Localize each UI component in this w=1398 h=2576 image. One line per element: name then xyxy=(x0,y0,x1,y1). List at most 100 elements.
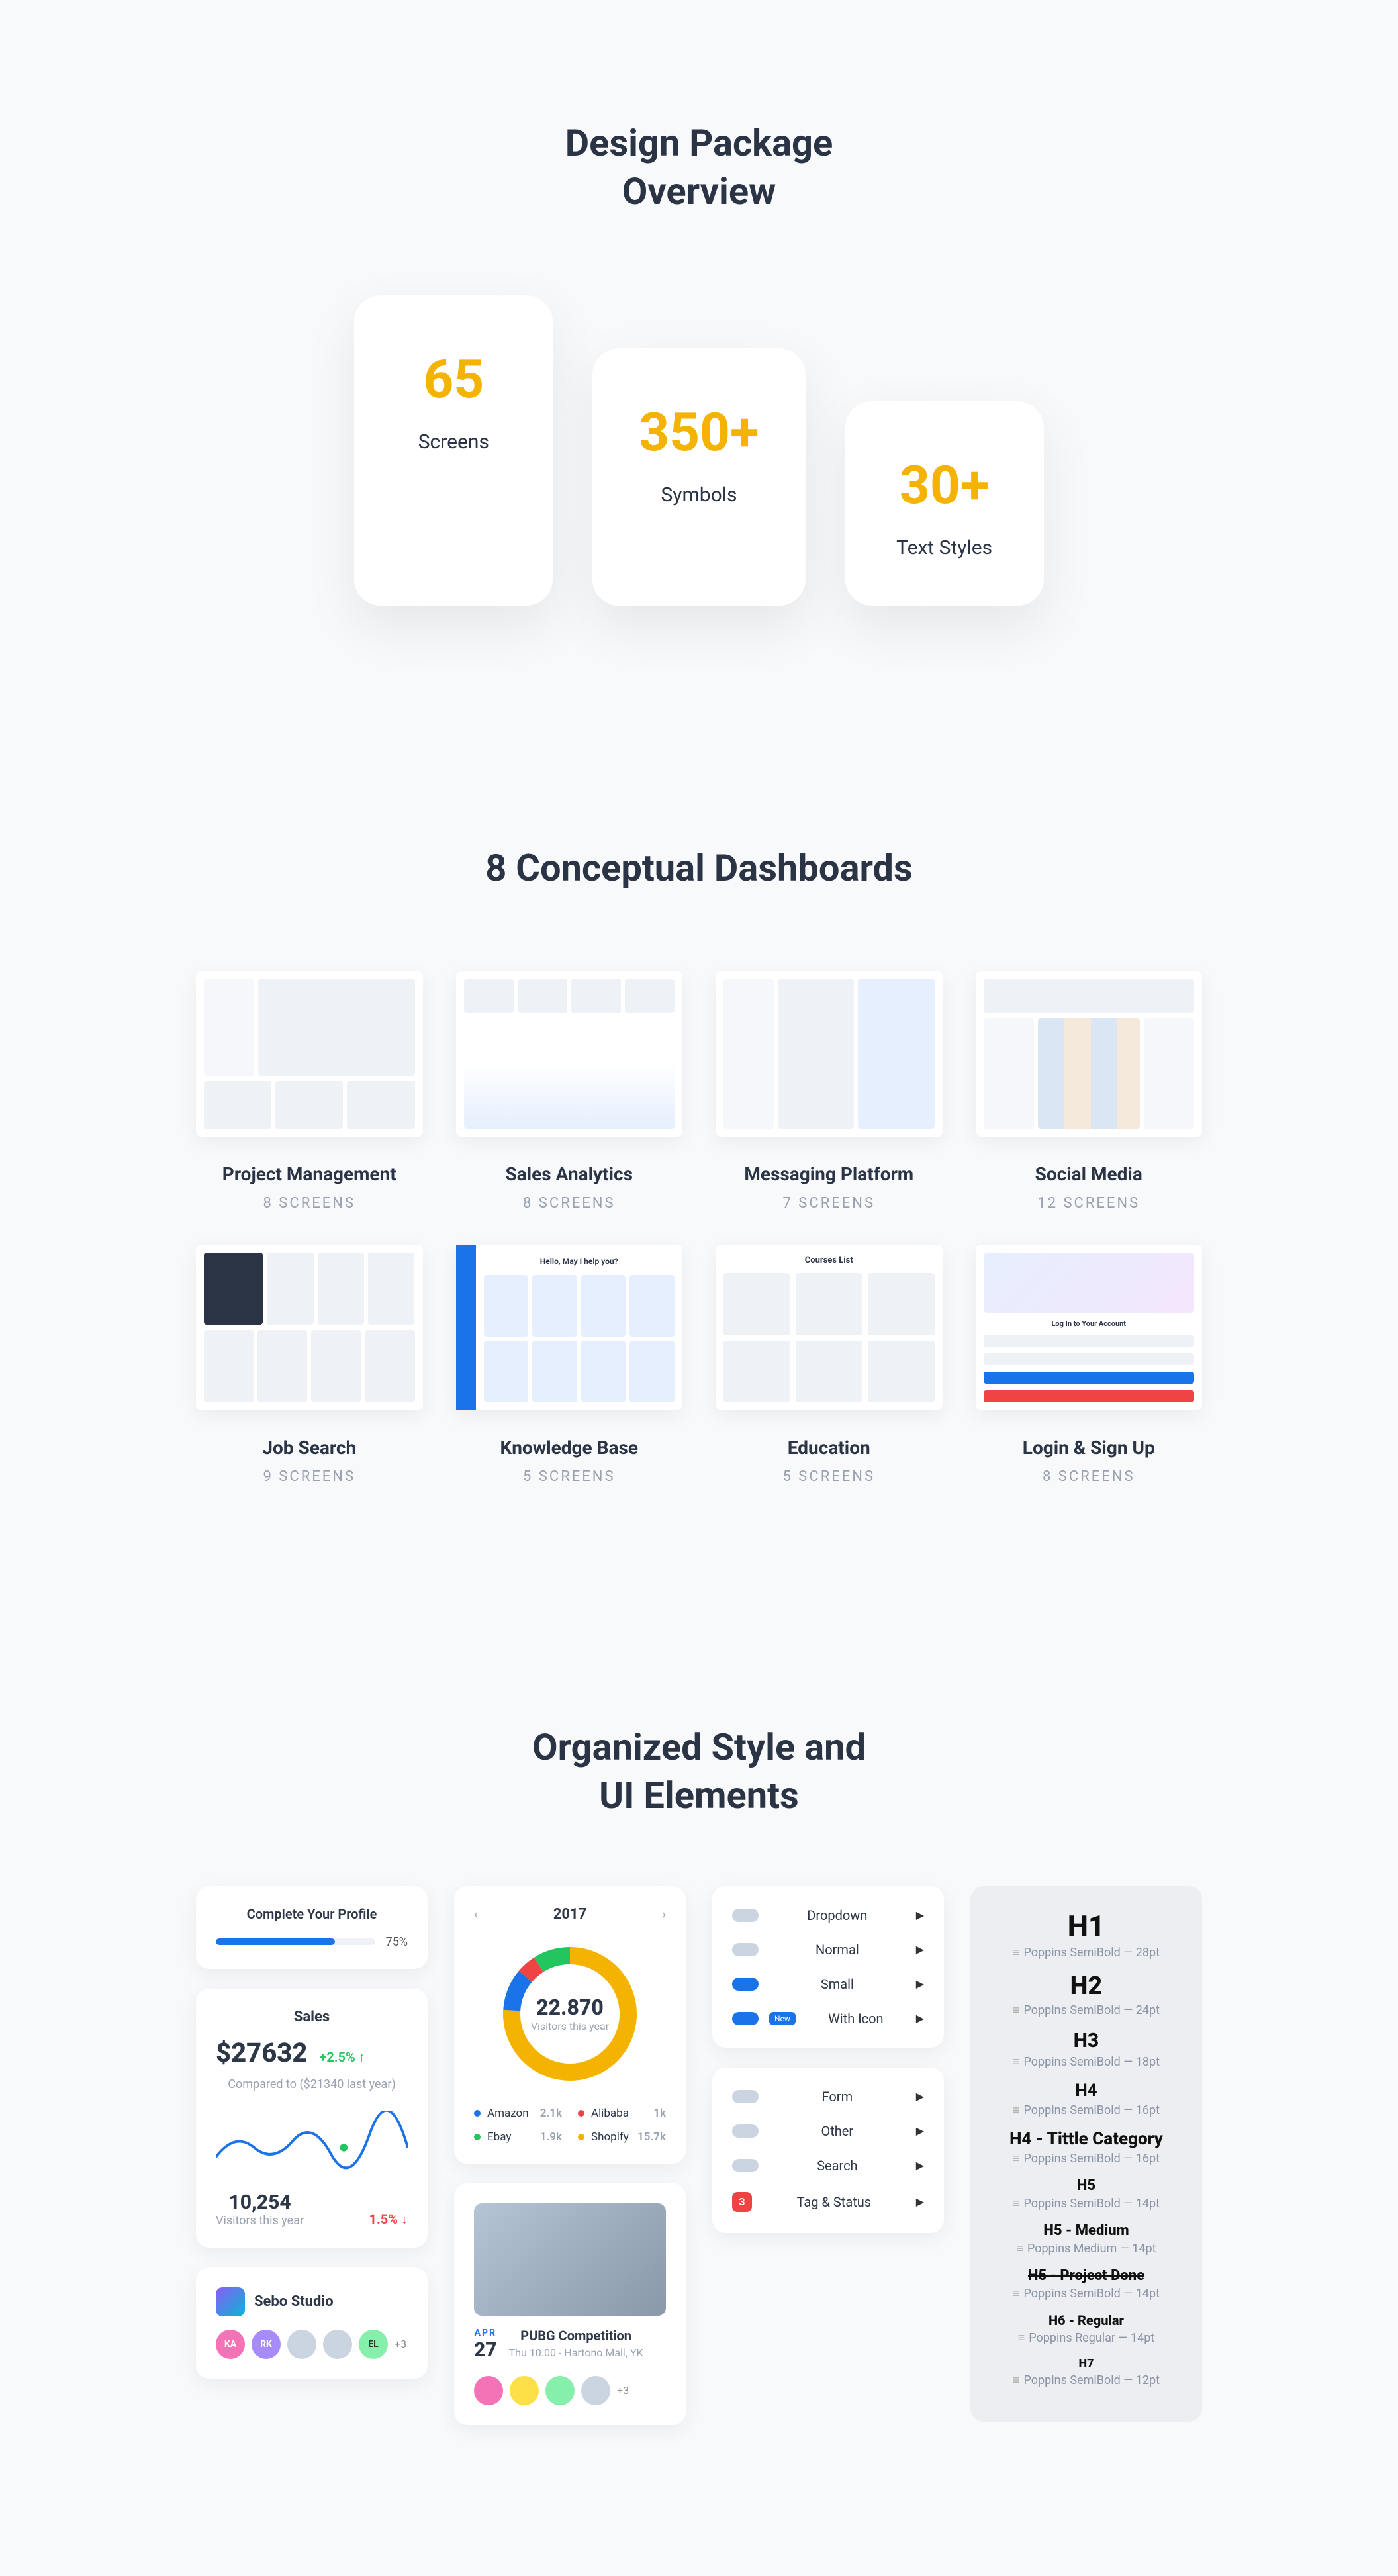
stat-card-textstyles: 30+ Text Styles xyxy=(845,401,1044,606)
stat-value: 65 xyxy=(400,348,506,410)
menu-item-icon xyxy=(732,2159,759,2172)
chevron-right-icon: ▶ xyxy=(916,2124,924,2137)
typo-heading: H5 - Medium xyxy=(993,2222,1180,2239)
menu-item-icon xyxy=(732,2090,759,2103)
typo-spec: ≡Poppins SemiBold — 16pt xyxy=(993,2152,1180,2166)
typo-heading: H1 xyxy=(993,1909,1180,1943)
list-icon: ≡ xyxy=(1013,2003,1020,2017)
menu-item-label: Search xyxy=(769,2158,906,2173)
avatar: RK xyxy=(252,2330,281,2359)
menu-item[interactable]: NewWith Icon▶ xyxy=(724,2001,932,2036)
typo-heading: H6 - Regular xyxy=(993,2313,1180,2328)
legend-item: Alibaba1k xyxy=(578,2107,666,2120)
typo-spec: ≡Poppins SemiBold — 28pt xyxy=(993,1946,1180,1960)
profile-progress-card: Complete Your Profile 75% xyxy=(196,1886,428,1969)
dashboards-title: 8 Conceptual Dashboards xyxy=(0,844,1398,892)
typo-spec: ≡Poppins SemiBold — 12pt xyxy=(993,2373,1180,2387)
list-icon: ≡ xyxy=(1013,2197,1020,2211)
visitors-value: 10,254 xyxy=(216,2191,304,2214)
overview-section: Design Package Overview 65 Screens 350+ … xyxy=(0,0,1398,725)
dashboard-sub: 8 Screens xyxy=(456,1195,683,1212)
menu-item[interactable]: Normal▶ xyxy=(724,1932,932,1967)
chevron-right-icon: ▶ xyxy=(916,2195,924,2208)
legend-item: Shopify15.7k xyxy=(578,2130,666,2144)
avatar: KA xyxy=(216,2330,245,2359)
list-icon: ≡ xyxy=(1013,2152,1020,2166)
avatar xyxy=(545,2376,575,2405)
dashboard-item[interactable]: Courses ListEducation5 Screens xyxy=(716,1245,943,1485)
menu-item-icon xyxy=(732,2012,759,2025)
visitors-sub: Visitors this year xyxy=(216,2214,304,2228)
stat-value: 350+ xyxy=(639,401,759,463)
list-icon: ≡ xyxy=(1013,2373,1020,2387)
menu-item[interactable]: Dropdown ▶ xyxy=(724,1898,932,1932)
event-date: APR 27 xyxy=(474,2328,497,2361)
event-day: 27 xyxy=(474,2338,497,2361)
avatar xyxy=(474,2376,503,2405)
dashboard-sub: 8 Screens xyxy=(976,1468,1203,1485)
chevron-right-icon: ▶ xyxy=(916,2012,924,2025)
dashboard-sub: 8 Screens xyxy=(196,1195,423,1212)
ui-col-2: ‹ 2017 › 22.870 Visitors this year xyxy=(454,1886,686,2425)
avatar: EL xyxy=(359,2330,388,2359)
typo-spec: ≡Poppins Regular — 14pt xyxy=(993,2331,1180,2345)
ui-col-3: Dropdown▶Normal▶Small▶NewWith Icon▶ Form… xyxy=(712,1886,944,2425)
stat-card-screens: 65 Screens xyxy=(354,295,553,606)
dashboard-item[interactable]: Social Media12 Screens xyxy=(976,971,1203,1212)
next-year-icon[interactable]: › xyxy=(662,1906,666,1922)
overview-title: Design Package Overview xyxy=(0,119,1398,216)
menu-item-icon xyxy=(732,1909,759,1922)
chevron-right-icon: ▶ xyxy=(916,2090,924,2103)
list-icon: ≡ xyxy=(1013,2103,1020,2117)
avatar xyxy=(287,2330,316,2359)
typo-heading: H3 xyxy=(993,2029,1180,2052)
dashboard-thumb: Log In to Your Account xyxy=(976,1245,1203,1410)
dashboard-thumb xyxy=(456,971,683,1137)
menu-item-label: Dropdown xyxy=(769,1907,906,1923)
dashboard-sub: 12 Screens xyxy=(976,1195,1203,1212)
donut-value: 22.870 xyxy=(536,1995,604,2020)
avatar xyxy=(323,2330,352,2359)
dashboard-title: Education xyxy=(716,1437,943,1458)
dashboards-section: 8 Conceptual Dashboards Project Manageme… xyxy=(0,725,1398,1605)
typo-spec: ≡Poppins Medium — 14pt xyxy=(993,2242,1180,2256)
event-title: PUBG Competition xyxy=(509,2328,643,2344)
dashboard-item[interactable]: Log In to Your AccountLogin & Sign Up8 S… xyxy=(976,1245,1203,1485)
stat-label: Symbols xyxy=(639,483,759,506)
menu-item[interactable]: Form ▶ xyxy=(724,2079,932,2114)
avatar-more: +3 xyxy=(395,2338,406,2350)
progress-pct: 75% xyxy=(386,1935,408,1949)
dashboard-item[interactable]: Hello, May I help you?Knowledge Base5 Sc… xyxy=(456,1245,683,1485)
chevron-right-icon: ▶ xyxy=(916,1909,924,1921)
dashboard-item[interactable]: Project Management8 Screens xyxy=(196,971,423,1212)
team-name: Sebo Studio xyxy=(254,2293,334,2310)
visitors-change: 1.5% ↓ xyxy=(369,2211,408,2228)
dashboard-item[interactable]: Job Search9 Screens xyxy=(196,1245,423,1485)
stat-value: 30+ xyxy=(892,454,998,516)
menu-item[interactable]: Other▶ xyxy=(724,2114,932,2148)
menu-item-icon xyxy=(732,1943,759,1956)
prev-year-icon[interactable]: ‹ xyxy=(474,1906,478,1922)
menu-item-label: Tag & Status xyxy=(763,2194,906,2210)
dashboard-thumb xyxy=(196,971,423,1137)
list-icon: ≡ xyxy=(1016,2242,1023,2256)
event-month: APR xyxy=(474,2328,497,2338)
list-icon: ≡ xyxy=(1018,2331,1025,2345)
menu-item[interactable]: Small▶ xyxy=(724,1967,932,2001)
dashboard-item[interactable]: Sales Analytics8 Screens xyxy=(456,971,683,1212)
dashboard-item[interactable]: Messaging Platform7 Screens xyxy=(716,971,943,1212)
menu-item-icon: 3 xyxy=(732,2192,752,2212)
menu-item[interactable]: Search▶ xyxy=(724,2148,932,2183)
menu-item-icon xyxy=(732,1978,759,1991)
sales-change: +2.5% ↑ xyxy=(319,2049,365,2066)
menu-item-label: Small xyxy=(769,1976,906,1992)
ui-col-1: Complete Your Profile 75% Sales $27632 +… xyxy=(196,1886,428,2425)
new-badge: New xyxy=(769,2012,796,2025)
menu-item[interactable]: 3 Tag & Status ▶ xyxy=(724,2183,932,2221)
dashboard-sub: 7 Screens xyxy=(716,1195,943,1212)
menu-item-label: Form xyxy=(769,2089,906,2105)
progress-bar xyxy=(216,1938,375,1945)
dashboard-thumb xyxy=(716,971,943,1137)
dashboard-title: Knowledge Base xyxy=(456,1437,683,1458)
typo-spec: ≡Poppins SemiBold — 24pt xyxy=(993,2003,1180,2017)
